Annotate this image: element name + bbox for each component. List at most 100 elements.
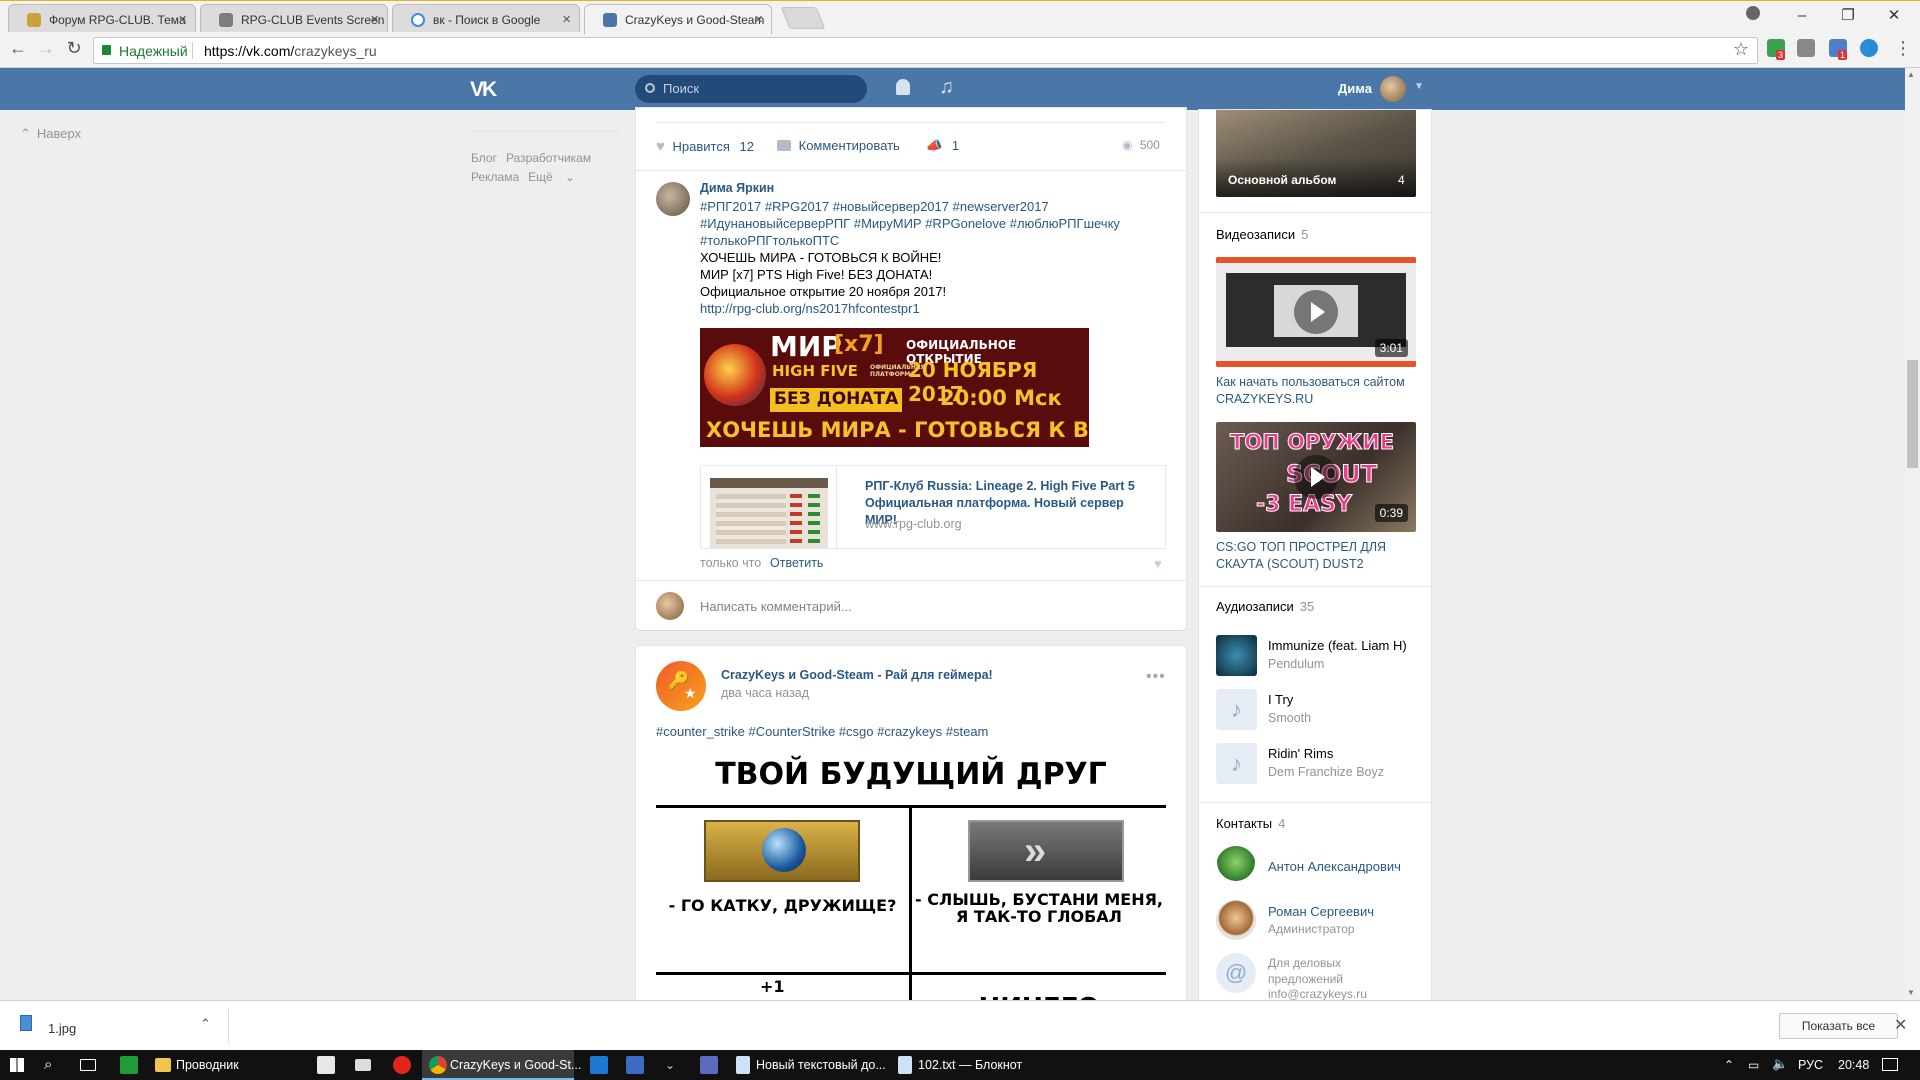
reload-icon[interactable]: ↻ [61,38,87,59]
taskbar-notepad[interactable]: Новый текстовый до... [756,1058,886,1072]
avatar[interactable] [1216,846,1256,886]
search-icon[interactable]: ⌕ [44,1056,52,1073]
save-disk-icon[interactable] [626,1056,644,1074]
contact-name[interactable]: Роман Сергеевич [1268,904,1374,919]
spreadsheet-app-icon[interactable] [120,1056,138,1074]
chevron-up-icon[interactable]: ⌃ [200,1016,211,1032]
video-thumbnail[interactable]: 3:01 [1216,257,1416,367]
audio-header[interactable]: Аудиозаписи 35 [1216,599,1314,614]
address-bar[interactable]: Надежный https://vk.com/crazykeys_ru ☆ [93,37,1758,64]
download-filename[interactable]: 1.jpg [48,1021,76,1036]
forward-arrow-icon[interactable]: → [33,38,59,59]
avatar[interactable]: 🔑 ★ [656,661,706,711]
comment-button[interactable]: Комментировать [777,138,900,153]
link-blog[interactable]: Блог [471,151,497,165]
reply-link[interactable]: Ответить [770,556,823,570]
post-hashtags[interactable]: #counter_strike #CounterStrike #csgo #cr… [656,723,988,740]
like-heart-icon[interactable]: ♥ [1154,556,1162,571]
close-window-button[interactable]: ✕ [1872,3,1916,29]
comment-author[interactable]: Дима Яркин [700,181,774,195]
tab-crazykeys[interactable]: CrazyKeys и Good-Steam × [584,4,772,34]
contact-item[interactable]: Антон Александрович [1216,846,1426,890]
play-icon[interactable] [1294,455,1338,499]
taskbar-explorer[interactable]: Проводник [176,1058,239,1072]
post-menu-icon[interactable]: ••• [1146,668,1166,686]
new-tab-button[interactable] [780,7,826,29]
notifications-bell-icon[interactable] [896,79,910,95]
videos-header[interactable]: Видеозаписи 5 [1216,227,1308,242]
volume-icon[interactable]: 🔈 [1772,1056,1788,1072]
audio-item[interactable]: ♪ Ridin' Rims Dem Franchize Boyz [1216,740,1426,784]
promo-banner-image[interactable]: МИР [x7] HIGH FIVE ОФИЦИАЛЬНАЯ ПЛАТФОРМА… [700,328,1089,447]
music-note-icon[interactable]: ♫ [939,76,954,99]
like-button[interactable]: ♥ Нравится 12 [656,138,754,155]
network-icon[interactable]: ▭ [1748,1058,1759,1072]
tray-chevron-icon[interactable]: ⌃ [1724,1058,1734,1072]
comment-hashtags[interactable]: #РПГ2017 #RPG2017 #новыйсервер2017 #news… [700,198,1150,249]
close-tab-icon[interactable]: × [562,11,571,28]
tab-rpg-events[interactable]: RPG-CLUB Events Screen × [200,4,388,33]
edge-icon[interactable] [590,1056,608,1074]
tab-rpg-forum[interactable]: Форум RPG-CLUB. Тема × [8,4,196,33]
scroll-down-icon[interactable]: ▼ [1907,988,1915,997]
close-tab-icon[interactable]: × [178,11,187,28]
play-icon[interactable] [1294,290,1338,334]
link-developers[interactable]: Разработчикам [506,151,591,165]
taskbar-chrome[interactable]: CrazyKeys и Good-St... [450,1058,581,1072]
windows-start-icon[interactable] [10,1058,24,1072]
bookmark-star-icon[interactable]: ☆ [1733,39,1749,60]
app-icon[interactable] [700,1056,718,1074]
task-view-icon[interactable] [80,1059,96,1071]
search-input[interactable]: Поиск [635,75,867,103]
page-scrollbar[interactable] [1905,68,1920,1000]
album-cover[interactable] [1216,635,1257,676]
extension-shield-icon[interactable] [1860,39,1878,57]
audio-artist[interactable]: Dem Franchize Boyz [1268,765,1384,779]
link-snippet[interactable]: РПГ-Клуб Russia: Lineage 2. High Five Pa… [700,465,1166,550]
video-thumbnail[interactable]: ТОП ОРУЖИЕ SCOUT -3 EASY 0:39 [1216,422,1416,532]
share-button[interactable]: 📣 1 [926,138,959,154]
restore-button[interactable]: ❐ [1826,3,1870,29]
audio-item[interactable]: ♪ I Try Smooth [1216,686,1426,730]
chevron-down-icon[interactable]: ▼ [1414,81,1424,92]
mail-icon[interactable] [355,1059,371,1071]
avatar[interactable] [1380,76,1406,102]
notifications-icon[interactable] [1882,1058,1898,1071]
music-note-icon[interactable]: ♪ [1216,743,1257,784]
chrome-menu-icon[interactable]: ⋮ [1894,38,1912,59]
contact-item[interactable]: Роман Сергеевич Администратор [1216,900,1426,944]
url-text[interactable]: https://vk.com/crazykeys_ru [204,43,377,59]
album-thumbnail[interactable]: Основной альбом 4 [1216,110,1416,197]
user-name[interactable]: Дима [1338,81,1372,96]
notepad-icon[interactable] [736,1056,750,1074]
notepad-icon[interactable] [898,1056,912,1074]
avatar[interactable] [1216,900,1256,940]
video-title[interactable]: CS:GO ТОП ПРОСТРЕЛ ДЛЯ СКАУТА (SCOUT) DU… [1216,539,1421,573]
minimize-button[interactable]: – [1780,3,1824,29]
audio-artist[interactable]: Pendulum [1268,657,1324,671]
music-note-icon[interactable]: ♪ [1216,689,1257,730]
close-tab-icon[interactable]: × [754,11,763,28]
back-arrow-icon[interactable]: ← [5,38,31,59]
tab-google-search[interactable]: вк - Поиск в Google × [392,4,580,33]
profile-icon[interactable] [1746,6,1760,20]
extension-camera-icon[interactable] [1797,39,1815,57]
link-ads[interactable]: Реклама [471,170,519,184]
meme-image[interactable]: ТВОЙ БУДУЩИЙ ДРУГ » - ГО КАТКУ, ДРУЖИЩЕ?… [656,751,1166,1006]
vk-logo-icon[interactable]: VK [470,78,504,101]
show-all-downloads-button[interactable]: Показать все [1779,1013,1898,1039]
tray-language[interactable]: РУС [1798,1058,1823,1072]
post-author[interactable]: CrazyKeys и Good-Steam - Рай для геймера… [721,668,993,682]
folder-icon[interactable] [155,1058,171,1072]
audio-item[interactable]: Immunize (feat. Liam H) Pendulum [1216,632,1426,676]
post-time[interactable]: два часа назад [721,686,809,700]
scroll-to-top-link[interactable]: ⌃ Наверх [20,126,81,142]
chevron-down-icon[interactable]: ⌄ [665,1058,675,1072]
store-icon[interactable] [317,1056,335,1074]
close-icon[interactable]: ✕ [1894,1015,1907,1035]
close-tab-icon[interactable]: × [370,11,379,28]
contacts-header[interactable]: Контакты 4 [1216,816,1285,831]
link-more[interactable]: Ещё ⌄ [528,170,575,184]
contact-email[interactable]: info@crazykeys.ru [1268,987,1367,1001]
audio-artist[interactable]: Smooth [1268,711,1311,725]
